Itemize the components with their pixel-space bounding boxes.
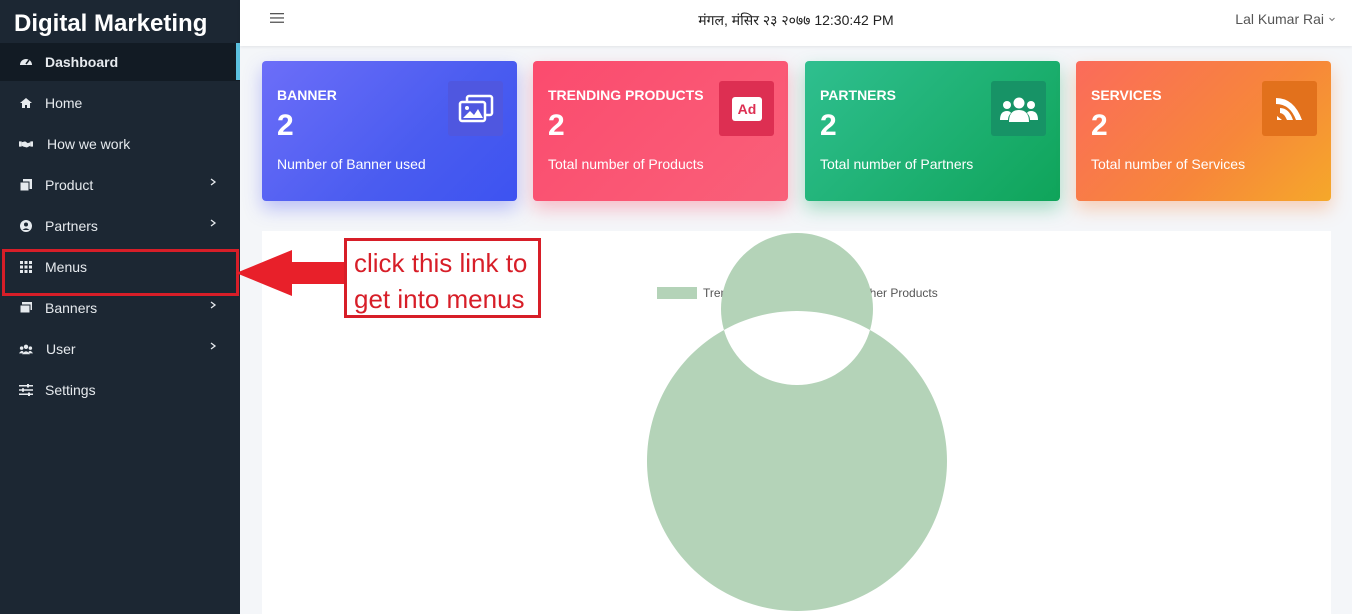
card-banner[interactable]: BANNER 2 Number of Banner used [262,61,517,201]
sidebar-item-label: Banners [45,300,98,316]
sidebar-item-partners[interactable]: Partners [0,207,240,245]
sidebar-item-user[interactable]: User [0,330,240,368]
red-arrow-icon [236,250,348,296]
card-value: 2 [1091,109,1108,142]
handshake-icon [19,137,33,151]
card-description: Number of Banner used [277,156,426,172]
user-circle-icon [19,219,33,233]
user-name: Lal Kumar Rai [1235,11,1324,27]
chevron-right-icon [210,301,217,309]
card-title: PARTNERS [820,87,896,103]
sidebar-item-product[interactable]: Product [0,166,240,204]
card-services[interactable]: SERVICES 2 Total number of Services [1076,61,1331,201]
card-title: BANNER [277,87,337,103]
chevron-right-icon [210,178,217,186]
card-description: Total number of Products [548,156,704,172]
annotation-callout: click this link to get into menus [344,238,541,318]
product-icon [19,178,33,192]
chevron-right-icon [210,219,217,227]
datetime-display: मंगल, मंसिर २३ २०७७ 12:30:42 PM [698,12,894,28]
sidebar-item-label: Home [45,95,83,111]
card-value: 2 [548,109,565,142]
top-navbar: मंगल, मंसिर २३ २०७७ 12:30:42 PM Lal Kuma… [240,0,1352,46]
users-icon [991,81,1046,136]
chevron-down-icon [1329,17,1335,22]
home-icon [19,96,33,110]
user-menu[interactable]: Lal Kumar Rai [1235,11,1336,27]
sidebar-item-label: Dashboard [45,54,119,70]
brand-title[interactable]: Digital Marketing [14,10,207,38]
annotation-line-1: click this link to [354,248,528,278]
sidebar-item-label: How we work [47,136,131,152]
images-icon [19,301,33,315]
annotation-line-2: get into menus [354,284,525,314]
card-value: 2 [277,109,294,142]
menus-highlight-box [2,249,239,296]
card-partners[interactable]: PARTNERS 2 Total number of Partners [805,61,1060,201]
sidebar-item-label: Partners [45,218,98,234]
svg-text:Ad: Ad [737,101,756,117]
sidebar-item-how-we-work[interactable]: How we work [0,125,240,163]
card-description: Total number of Partners [820,156,974,172]
chevron-right-icon [210,342,217,350]
ad-icon: Ad [719,81,774,136]
card-description: Total number of Services [1091,156,1246,172]
sidebar-item-label: Settings [45,382,96,398]
card-trending-products[interactable]: TRENDING PRODUCTS 2 Total number of Prod… [533,61,788,201]
sidebar-item-label: Product [45,177,94,193]
card-title: TRENDING PRODUCTS [548,87,704,103]
sidebar-item-settings[interactable]: Settings [0,371,240,409]
sliders-icon [19,383,33,397]
card-title: SERVICES [1091,87,1162,103]
dashboard-icon [19,55,33,69]
sidebar-item-home[interactable]: Home [0,84,240,122]
images-icon [448,81,503,136]
sidebar: Digital Marketing Dashboard Home How we … [0,0,240,614]
sidebar-item-dashboard[interactable]: Dashboard [0,43,240,81]
card-value: 2 [820,109,837,142]
services-icon [1262,81,1317,136]
users-icon [19,342,33,356]
sidebar-item-label: User [46,341,76,357]
donut-slice-trending-products[interactable] [646,232,947,611]
